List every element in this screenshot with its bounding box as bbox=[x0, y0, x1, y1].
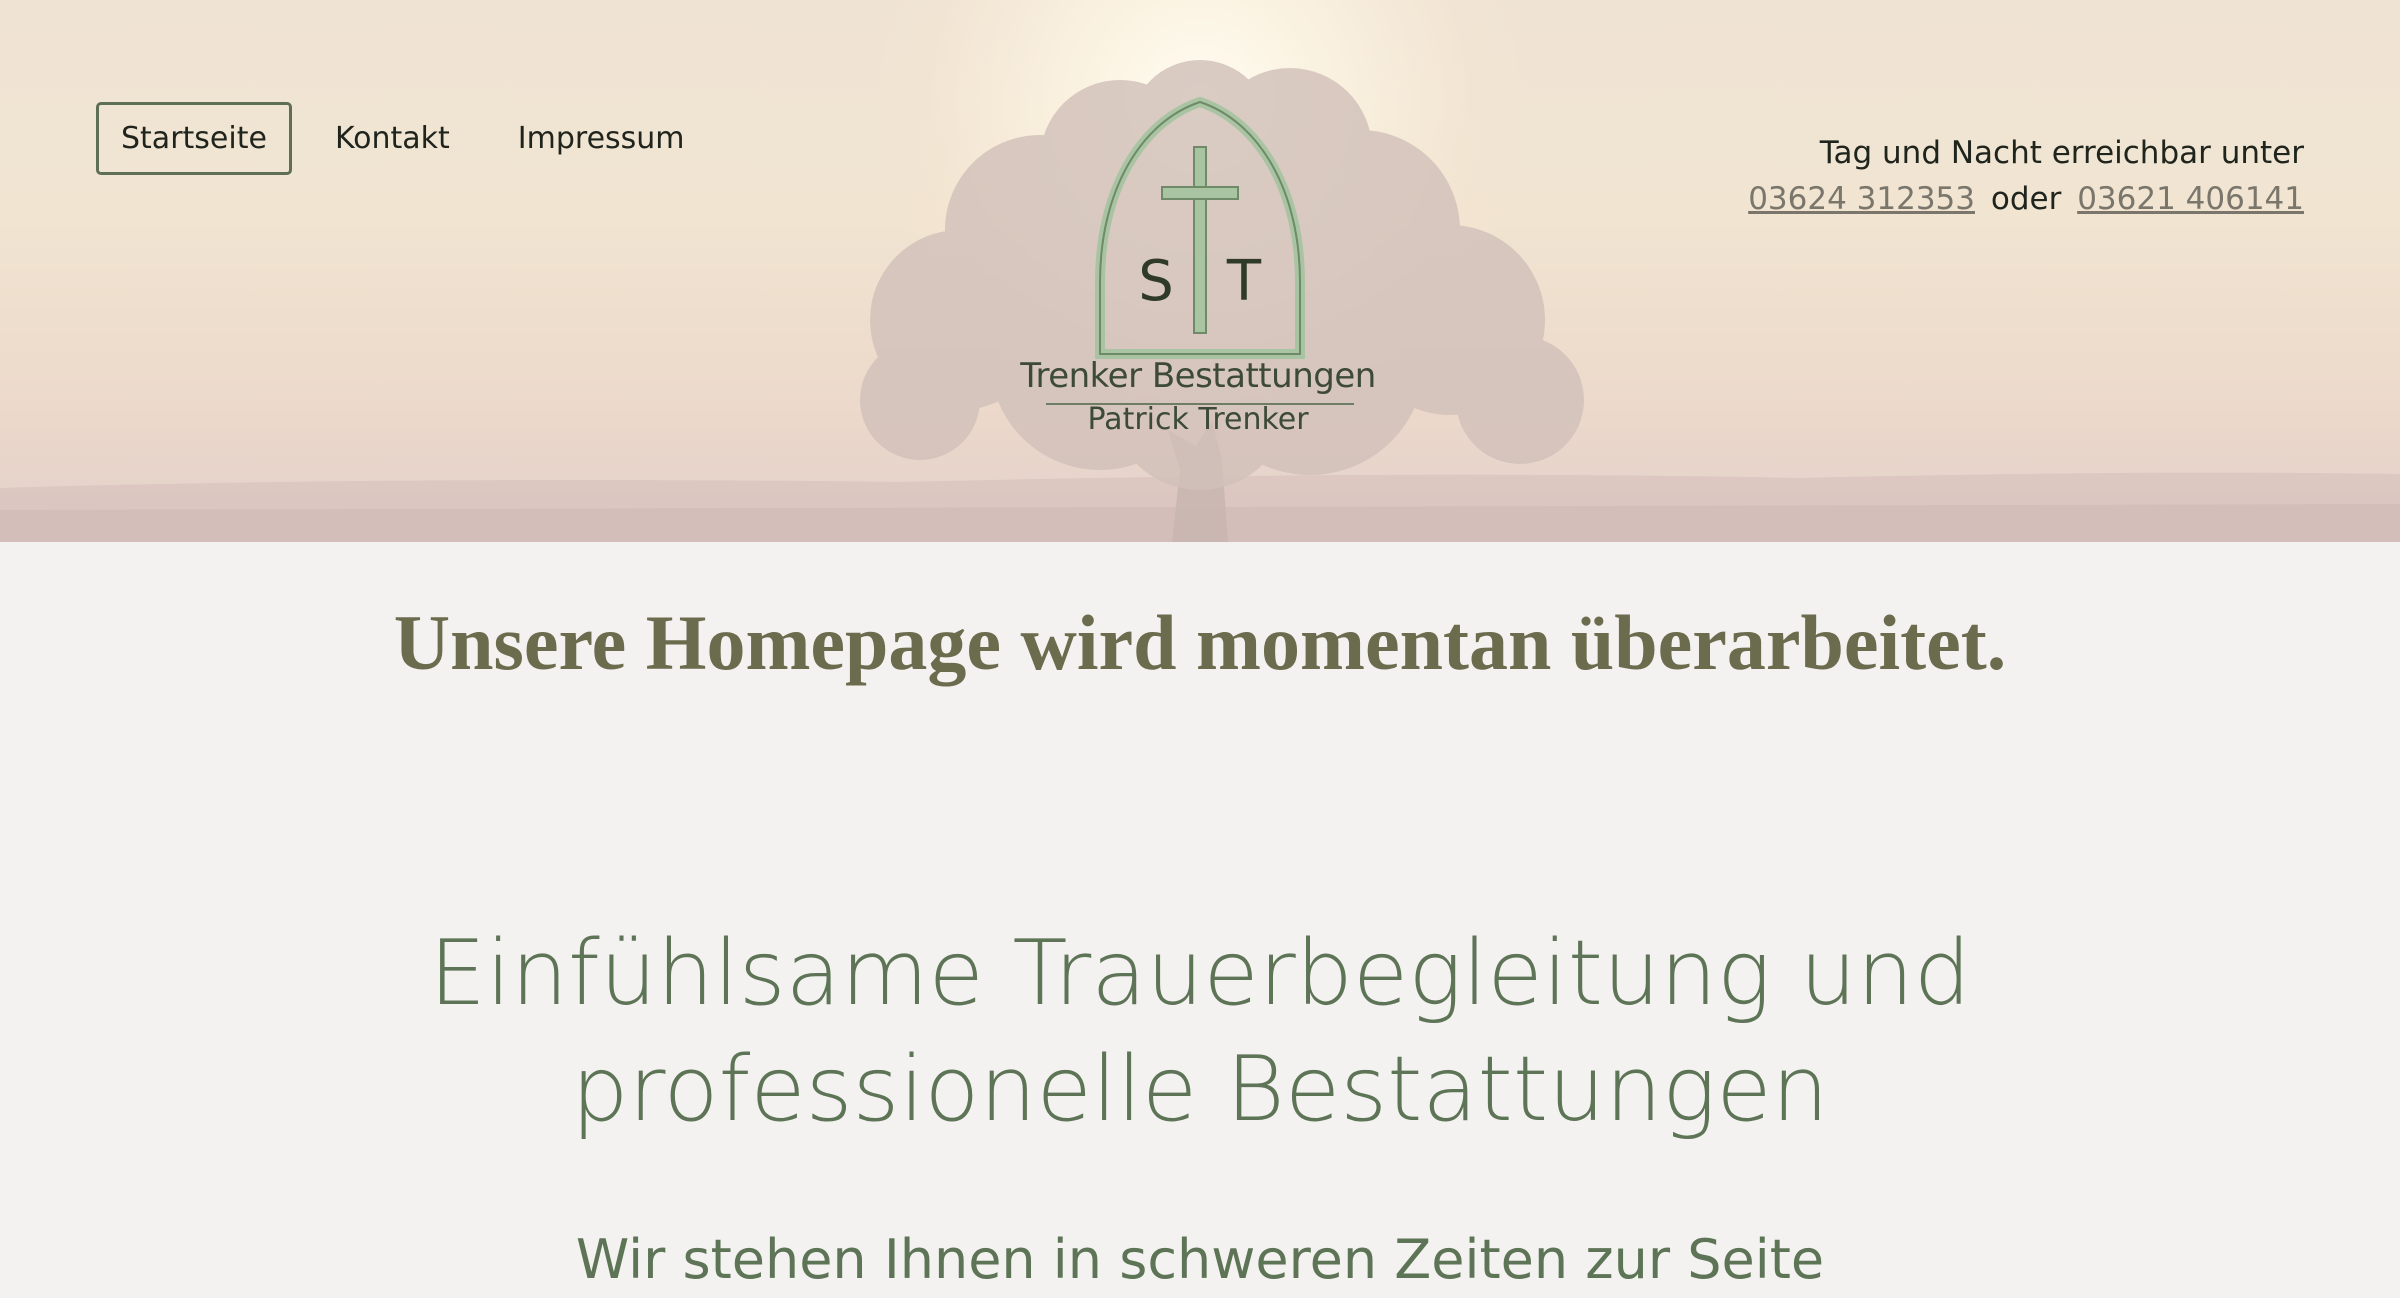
main-nav: Startseite Kontakt Impressum bbox=[96, 102, 728, 175]
contact-intro: Tag und Nacht erreichbar unter bbox=[1819, 135, 2304, 171]
nav-item-startseite[interactable]: Startseite bbox=[96, 102, 292, 175]
hero-banner: Startseite Kontakt Impressum S T Trenker… bbox=[0, 0, 2400, 542]
logo-title: Trenker Bestattungen bbox=[1020, 356, 1376, 396]
phone-link-2[interactable]: 03621 406141 bbox=[2077, 181, 2304, 217]
page-subheadline: Wir stehen Ihnen in schweren Zeiten zur … bbox=[575, 1228, 1825, 1291]
logo-subtitle: Patrick Trenker bbox=[1087, 402, 1309, 437]
contact-phones: 03624 312353 oder 03621 406141 bbox=[1748, 176, 2304, 222]
contact-info: Tag und Nacht erreichbar unter 03624 312… bbox=[1748, 130, 2304, 222]
phone-link-1[interactable]: 03624 312353 bbox=[1748, 181, 1975, 217]
page-headline: Einfühlsame Trauerbegleitung und profess… bbox=[0, 916, 2400, 1148]
logo-monogram-s: S bbox=[1138, 249, 1174, 314]
logo-emblem: S T bbox=[1095, 96, 1305, 359]
nav-item-impressum[interactable]: Impressum bbox=[493, 102, 710, 175]
headline-line-1: Einfühlsame Trauerbegleitung und bbox=[429, 921, 1971, 1026]
headline-line-2: professionelle Bestattungen bbox=[571, 1037, 1829, 1142]
nav-item-kontakt[interactable]: Kontakt bbox=[310, 102, 475, 175]
logo-monogram-t: T bbox=[1226, 249, 1262, 314]
maintenance-notice: Unsere Homepage wird momentan überarbeit… bbox=[393, 599, 2007, 686]
contact-separator: oder bbox=[1990, 181, 2062, 217]
